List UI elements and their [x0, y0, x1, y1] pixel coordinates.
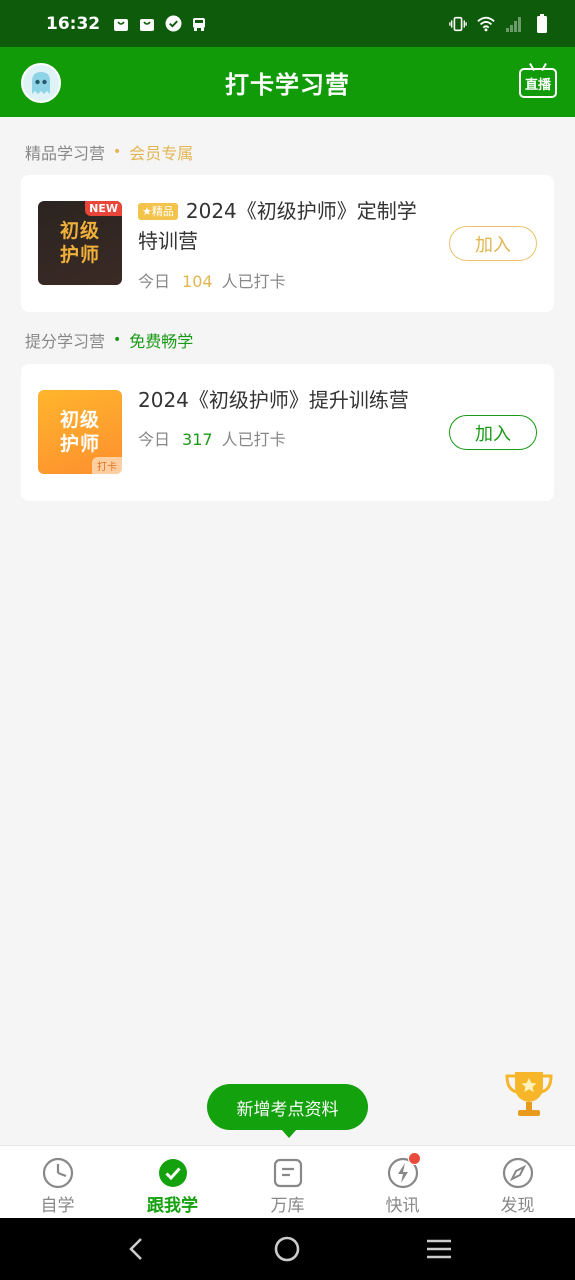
nav-item-library[interactable]: 万库	[230, 1146, 345, 1218]
app-header: 打卡学习营 直播	[0, 47, 575, 117]
battery-icon	[533, 13, 551, 33]
card-title: 2024《初级护师》提升训练营	[138, 388, 409, 412]
wifi-icon	[477, 15, 495, 33]
nav-label: 跟我学	[147, 1196, 198, 1216]
home-button[interactable]	[267, 1229, 307, 1269]
self-study-icon	[42, 1157, 73, 1189]
section-title: 精品学习营	[25, 144, 106, 163]
section-tag: 会员专属	[129, 144, 194, 163]
nav-label: 万库	[270, 1196, 305, 1216]
nav-item-self-study[interactable]: 自学	[0, 1146, 115, 1218]
section-label-free: 提分学习营 • 免费畅学	[25, 328, 193, 352]
thumbnail-text: 初级护师	[59, 409, 100, 455]
thumbnail-text: 初级护师	[59, 220, 100, 266]
back-button[interactable]	[116, 1229, 156, 1269]
check-circle-icon	[164, 15, 182, 33]
trophy-icon[interactable]	[503, 1066, 555, 1120]
bottom-nav: 自学 跟我学 万库 快讯 发现	[0, 1145, 575, 1218]
home-icon	[275, 1236, 300, 1262]
shopping-bag-icon	[138, 15, 156, 33]
nav-label: 发现	[500, 1196, 535, 1216]
course-thumbnail: 初级护师 NEW	[38, 201, 122, 285]
menu-icon	[427, 1239, 452, 1259]
section-title: 提分学习营	[25, 332, 106, 351]
shopping-bag-icon	[112, 15, 130, 33]
card-title-text: 2024《初级护师》定制学特训营	[138, 199, 417, 253]
join-button[interactable]: 加入	[449, 226, 537, 261]
checkin-badge: 打卡	[92, 457, 122, 474]
recents-button[interactable]	[419, 1229, 459, 1269]
library-icon	[273, 1158, 302, 1188]
avatar[interactable]	[21, 63, 61, 103]
checkin-meta: 今日 317 人已打卡	[138, 426, 286, 450]
nav-label: 自学	[40, 1196, 75, 1216]
nav-label: 快讯	[385, 1196, 420, 1216]
course-thumbnail: 初级护师 打卡	[38, 390, 122, 474]
checkin-count: 317	[182, 430, 213, 449]
compass-icon	[502, 1157, 533, 1189]
nav-item-discover[interactable]: 发现	[460, 1146, 575, 1218]
section-tag: 免费畅学	[129, 332, 194, 351]
system-nav-bar	[0, 1218, 575, 1280]
checkin-count: 104	[182, 272, 213, 291]
camp-card-premium[interactable]: 初级护师 NEW ★精品 2024《初级护师》定制学特训营 今日 104 人已打卡 加…	[21, 175, 554, 312]
separator-dot: •	[113, 332, 122, 348]
camp-card-free[interactable]: 初级护师 打卡 2024《初级护师》提升训练营 今日 317 人已打卡 加入	[21, 364, 554, 501]
signal-icon	[505, 15, 523, 33]
premium-tag: ★精品	[138, 203, 178, 220]
bus-icon	[190, 15, 208, 33]
clock: 16:32	[46, 13, 101, 34]
checkin-meta: 今日 104 人已打卡	[138, 268, 286, 292]
meta-suffix: 人已打卡	[221, 272, 286, 291]
card-title: ★精品 2024《初级护师》定制学特训营	[138, 196, 428, 256]
separator-dot: •	[113, 144, 122, 160]
section-label-premium: 精品学习营 • 会员专属	[25, 140, 193, 164]
page-title: 打卡学习营	[225, 70, 350, 99]
meta-prefix: 今日	[138, 272, 171, 291]
nav-item-follow-me[interactable]: 跟我学	[115, 1146, 230, 1218]
new-material-tip[interactable]: 新增考点资料	[207, 1084, 368, 1138]
status-bar: 16:32	[0, 0, 575, 47]
meta-suffix: 人已打卡	[221, 430, 286, 449]
new-badge: NEW	[85, 201, 122, 216]
join-button[interactable]: 加入	[449, 415, 537, 450]
live-button[interactable]: 直播	[519, 68, 557, 98]
vibrate-icon	[449, 15, 467, 33]
check-circle-icon	[158, 1159, 187, 1187]
nav-item-news[interactable]: 快讯	[345, 1146, 460, 1218]
meta-prefix: 今日	[138, 430, 171, 449]
back-icon	[128, 1238, 142, 1260]
notification-dot	[408, 1152, 421, 1165]
ghost-avatar-icon	[32, 72, 50, 94]
